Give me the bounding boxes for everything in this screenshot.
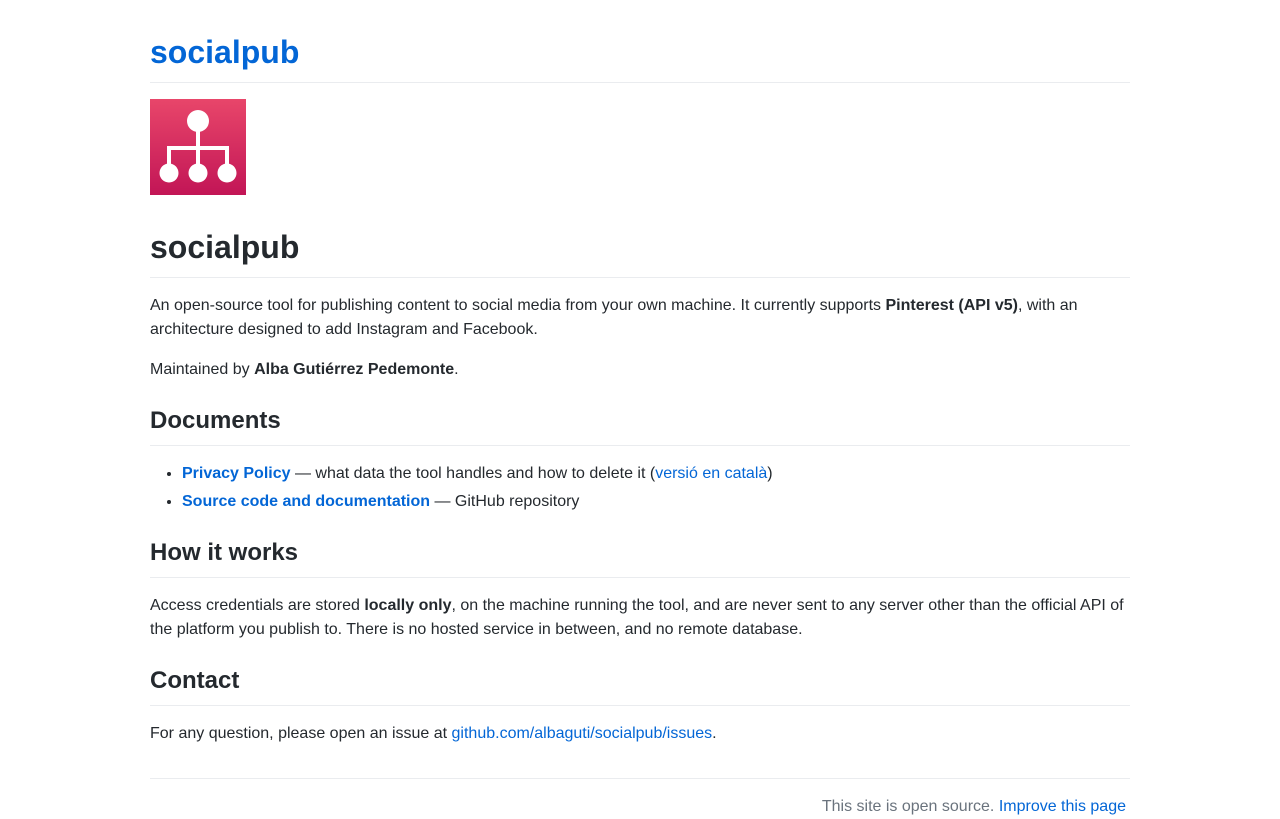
how-it-works-heading: How it works: [150, 538, 1130, 578]
footer: This site is open source. Improve this p…: [150, 778, 1130, 819]
privacy-policy-desc: — what data the tool handles and how to …: [290, 465, 656, 482]
intro-paragraph: An open-source tool for publishing conte…: [150, 294, 1130, 342]
maintainer-name: Alba Gutiérrez Pedemonte: [254, 361, 455, 378]
sitemap-icon: [150, 99, 246, 195]
how-it-works-paragraph: Access credentials are stored locally on…: [150, 594, 1130, 642]
maintainer-prefix: Maintained by: [150, 361, 255, 378]
how-bold-locally: locally only: [364, 597, 452, 614]
improve-page-link[interactable]: Improve this page: [999, 798, 1126, 815]
list-item: Source code and documentation — GitHub r…: [182, 490, 1130, 514]
documents-list: Privacy Policy — what data the tool hand…: [150, 462, 1130, 514]
maintainer-suffix: .: [454, 361, 459, 378]
contact-heading: Contact: [150, 666, 1130, 706]
page-title: socialpub: [150, 227, 1130, 278]
intro-text-before: An open-source tool for publishing conte…: [150, 297, 886, 314]
footer-text: This site is open source.: [821, 798, 999, 815]
contact-text-before: For any question, please open an issue a…: [150, 725, 452, 742]
how-text-before: Access credentials are stored: [150, 597, 365, 614]
source-code-link-label: Source code and documentation: [182, 493, 431, 510]
intro-bold-api: Pinterest (API v5): [885, 297, 1018, 314]
contact-paragraph: For any question, please open an issue a…: [150, 722, 1130, 746]
maintainer-paragraph: Maintained by Alba Gutiérrez Pedemonte.: [150, 358, 1130, 382]
page-container: socialpub socialpub An open-source tool …: [150, 0, 1130, 819]
source-code-link[interactable]: Source code and documentation: [182, 493, 430, 510]
contact-text-after: .: [712, 725, 717, 742]
catalan-version-link[interactable]: versió en català: [655, 465, 767, 482]
source-code-desc: — GitHub repository: [430, 493, 580, 510]
privacy-policy-link-label: Privacy Policy: [182, 465, 291, 482]
issues-link[interactable]: github.com/albaguti/socialpub/issues: [452, 725, 713, 742]
privacy-policy-end: ): [767, 465, 773, 482]
privacy-policy-link[interactable]: Privacy Policy: [182, 465, 291, 482]
site-title-link[interactable]: socialpub: [150, 32, 1130, 83]
documents-heading: Documents: [150, 406, 1130, 446]
list-item: Privacy Policy — what data the tool hand…: [182, 462, 1130, 486]
